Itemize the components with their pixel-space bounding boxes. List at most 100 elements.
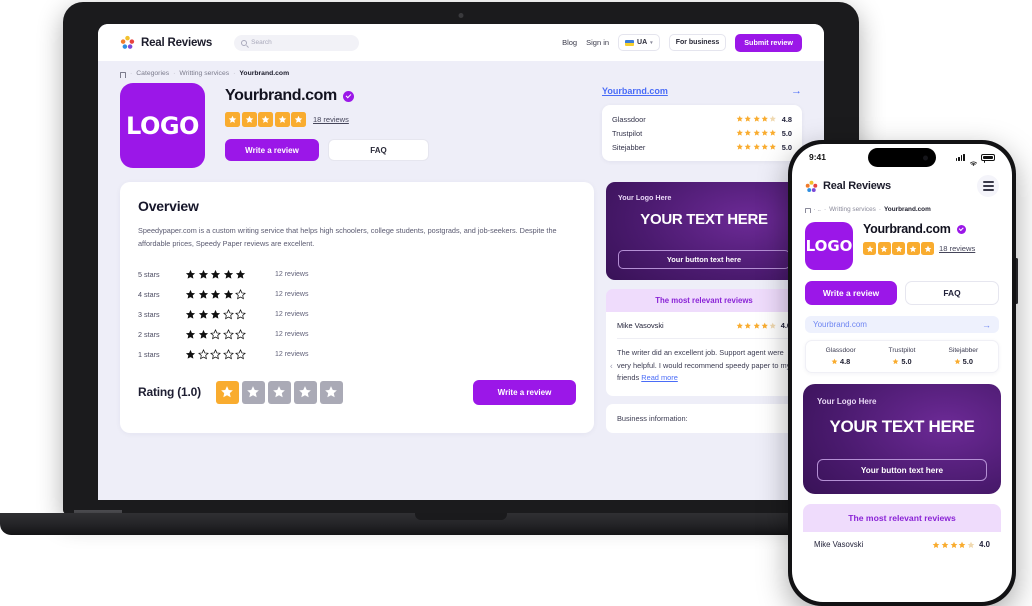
- star-rating: [736, 129, 777, 137]
- wifi-icon: [969, 154, 978, 166]
- star-rating: [185, 289, 261, 300]
- review-carousel: ‹ › The writer did an excellent job. Sup…: [610, 347, 798, 385]
- star-icon[interactable]: [293, 380, 317, 404]
- table-row: 2 stars 12 reviews: [138, 325, 576, 345]
- breadcrumb-item-categories[interactable]: Categories: [136, 70, 169, 77]
- nav-sign-in[interactable]: Sign in: [586, 38, 609, 47]
- relevant-reviews-heading: The most relevant reviews: [803, 504, 1001, 532]
- star-icon[interactable]: [267, 380, 291, 404]
- star-rating: [736, 143, 777, 151]
- star-icon: [863, 242, 876, 255]
- brand-info: Yourbrand.com 18 reviews: [863, 222, 999, 255]
- read-more-link[interactable]: Read more: [641, 373, 678, 382]
- cellular-signal-icon: [955, 153, 965, 161]
- overview-text: Speedypaper.com is a custom writing serv…: [138, 226, 557, 248]
- site-header: Real Reviews Search Blog Sign in UA ▾ Fo…: [98, 24, 824, 61]
- breadcrumb-separator: ·: [878, 206, 882, 213]
- breadcrumb-item-writing-services[interactable]: Writting services: [829, 206, 876, 213]
- source-name: Sitejabber: [612, 142, 646, 152]
- language-selector[interactable]: UA ▾: [618, 34, 660, 51]
- hamburger-menu-icon[interactable]: [977, 175, 999, 197]
- for-business-button[interactable]: For business: [668, 34, 727, 51]
- star-rating: [932, 541, 975, 549]
- phone-viewport: 9:41 Real Reviews · .. · Writting servic…: [792, 144, 1012, 602]
- breakdown-label: 3 stars: [138, 310, 160, 320]
- source-row: Trustpilot 5.0: [612, 126, 792, 140]
- brand-website-link[interactable]: Yourbarnd.com: [602, 86, 668, 96]
- site-logo[interactable]: Real Reviews: [120, 35, 212, 50]
- chevron-left-icon[interactable]: ‹: [610, 362, 613, 371]
- ukraine-flag-icon: [625, 39, 635, 46]
- breakdown-count: 12 reviews: [275, 351, 309, 359]
- promo-button-label: Your button text here: [666, 255, 742, 264]
- breadcrumb-separator: ·: [173, 70, 176, 77]
- star-icon[interactable]: [241, 380, 265, 404]
- star-rating: [185, 349, 261, 360]
- write-review-label: Write a review: [497, 387, 552, 397]
- star-icon: [877, 242, 891, 255]
- star-icon[interactable]: [319, 380, 343, 404]
- phone-frame: 9:41 Real Reviews · .. · Writting servic…: [788, 140, 1016, 606]
- home-icon[interactable]: [120, 71, 126, 78]
- brand-logo-placeholder: LOGO: [805, 222, 853, 270]
- write-review-button[interactable]: Write a review: [225, 139, 319, 161]
- promo-banner[interactable]: Your Logo Here YOUR TEXT HERE Your butto…: [803, 384, 1001, 494]
- submit-review-button[interactable]: Submit review: [735, 33, 802, 52]
- table-row: 5 stars 12 reviews: [138, 265, 576, 285]
- business-information-label: Business information:: [617, 414, 688, 424]
- faq-button[interactable]: FAQ: [905, 281, 999, 305]
- star-icon: [892, 242, 905, 255]
- write-review-label: Write a review: [245, 145, 299, 155]
- laptop-screen-bezel: Real Reviews Search Blog Sign in UA ▾ Fo…: [63, 2, 859, 514]
- faq-button[interactable]: FAQ: [328, 139, 429, 161]
- sources-card: Glassdoor 4.8 Trustpilot 5.0 Sitejabber: [805, 340, 999, 373]
- battery-icon: [981, 153, 995, 161]
- home-icon[interactable]: [805, 207, 811, 214]
- table-row: 1 stars 12 reviews: [138, 345, 576, 365]
- laptop-notch: [415, 513, 507, 520]
- reviews-count-link[interactable]: 18 reviews: [313, 115, 349, 124]
- star-icon: [274, 112, 290, 127]
- brand-website-link-bar[interactable]: Yourbrand.com →: [805, 316, 999, 333]
- table-row: 3 stars 12 reviews: [138, 305, 576, 325]
- brand-hero: LOGO Yourbrand.com: [792, 222, 1012, 270]
- promo-logo-text: Your Logo Here: [817, 397, 877, 406]
- star-icon: [831, 358, 838, 365]
- brand-rating: 18 reviews: [225, 112, 582, 127]
- promo-banner[interactable]: Your Logo Here YOUR TEXT HERE Your butto…: [606, 182, 802, 280]
- review-sources-panel: Yourbarnd.com → Glassdoor 4.8 Trustpilot…: [602, 83, 802, 161]
- brand-website-link: Yourbrand.com: [813, 320, 867, 329]
- star-icon[interactable]: [215, 380, 239, 404]
- reviews-count-link[interactable]: 18 reviews: [939, 244, 975, 253]
- site-logo[interactable]: Real Reviews: [805, 180, 891, 193]
- source-name: Glassdoor: [612, 114, 646, 124]
- faq-label: FAQ: [370, 145, 387, 155]
- star-icon: [241, 112, 257, 127]
- source-row: Sitejabber 5.0: [933, 347, 994, 366]
- nav-blog[interactable]: Blog: [562, 38, 577, 47]
- review-text: The writer did an excellent job. Support…: [617, 347, 791, 385]
- source-name: Trustpilot: [888, 347, 916, 354]
- page-title: Yourbrand.com: [225, 87, 337, 104]
- write-review-button[interactable]: Write a review: [805, 281, 897, 305]
- pinwheel-star-icon: [120, 35, 135, 50]
- star-rating: [185, 309, 261, 320]
- breadcrumb-item-current: Yourbrand.com: [884, 206, 931, 213]
- promo-button[interactable]: Your button text here: [817, 459, 987, 481]
- search-icon: [241, 39, 248, 46]
- write-review-button-secondary[interactable]: Write a review: [473, 379, 576, 405]
- arrow-right-icon[interactable]: →: [791, 85, 802, 97]
- source-value: 5.0: [901, 357, 912, 366]
- breadcrumb-item-writing-services[interactable]: Writting services: [179, 70, 229, 77]
- breadcrumb-separator: ·: [823, 206, 827, 213]
- rating-stars-input[interactable]: [215, 380, 343, 404]
- star-icon: [892, 358, 899, 365]
- submit-review-label: Submit review: [744, 38, 793, 47]
- dynamic-island: [868, 148, 936, 167]
- promo-button[interactable]: Your button text here: [618, 250, 790, 269]
- brand-name: Real Reviews: [823, 180, 891, 192]
- breakdown-count: 12 reviews: [275, 331, 309, 339]
- promo-button-label: Your button text here: [860, 465, 944, 475]
- rating-summary: Rating (1.0) Write a review: [138, 379, 576, 405]
- search-input[interactable]: Search: [234, 34, 360, 51]
